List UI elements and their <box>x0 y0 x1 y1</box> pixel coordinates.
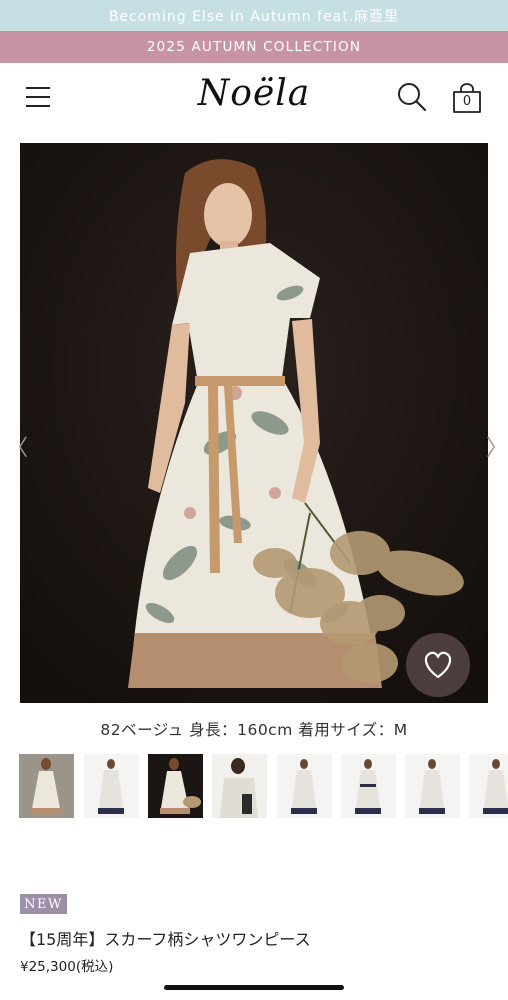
cart-button[interactable]: 0 <box>451 83 483 115</box>
thumbnail[interactable] <box>341 754 396 818</box>
home-indicator <box>164 985 344 990</box>
thumbnail[interactable] <box>469 754 508 818</box>
brand-logo[interactable]: Noëla <box>0 73 508 114</box>
thumbnail[interactable] <box>277 754 332 818</box>
product-title: 【15周年】スカーフ柄シャツワンピース <box>20 930 311 949</box>
thumbnail[interactable] <box>148 754 203 818</box>
new-badge: NEW <box>20 894 67 914</box>
collection-banner-text: 2025 AUTUMN COLLECTION <box>146 39 362 55</box>
image-caption: 82ベージュ 身長：160cm 着用サイズ：M <box>100 721 408 739</box>
site-header: Noëla 0 <box>0 63 508 135</box>
heart-icon <box>424 651 452 679</box>
thumbnail[interactable] <box>212 754 267 818</box>
thumbnail-strip[interactable] <box>19 754 508 820</box>
model-dress-illustration <box>20 143 488 703</box>
product-price: ¥25,300(税込) <box>20 959 114 975</box>
next-image-icon[interactable]: 〉 <box>486 430 508 462</box>
search-icon[interactable] <box>396 81 428 113</box>
prev-image-icon[interactable]: 〈 <box>6 430 28 462</box>
top-banner[interactable]: Becoming Else in Autumn feat.麻亜里 <box>0 0 508 31</box>
favorite-button[interactable] <box>406 633 470 697</box>
top-banner-text: Becoming Else in Autumn feat.麻亜里 <box>108 8 400 25</box>
thumbnail[interactable] <box>84 754 139 818</box>
thumbnail[interactable] <box>19 754 74 818</box>
collection-banner[interactable]: 2025 AUTUMN COLLECTION <box>0 31 508 63</box>
product-main-image[interactable] <box>20 143 488 703</box>
thumbnail[interactable] <box>405 754 460 818</box>
cart-count: 0 <box>462 94 472 109</box>
